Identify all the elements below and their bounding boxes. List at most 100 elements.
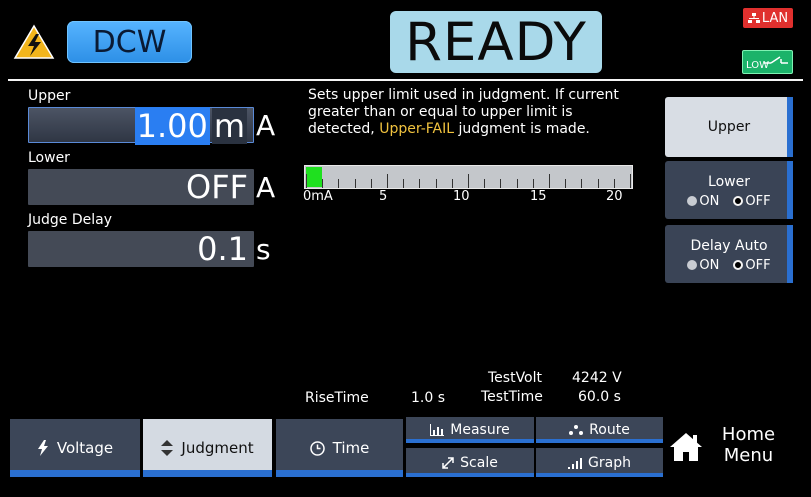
- tab-time-label: Time: [332, 439, 370, 457]
- delay-auto-on-option[interactable]: ON: [687, 258, 719, 273]
- tab-judgment[interactable]: Judgment: [143, 419, 272, 477]
- help-line-3-prefix: detected,: [308, 121, 380, 137]
- lower-on-label: ON: [699, 194, 720, 209]
- judge-delay-unit: s: [256, 233, 271, 266]
- lower-limit-field[interactable]: OFF: [28, 169, 254, 205]
- lightning-icon: [37, 440, 48, 456]
- upper-label: Upper: [28, 88, 71, 104]
- home-menu-button[interactable]: Home Menu: [716, 424, 781, 466]
- rise-time-value: 1.0 s: [411, 390, 446, 406]
- meter-tick: [451, 179, 453, 188]
- measure-scale-group: Measure Scale: [406, 417, 534, 477]
- meter-tick: [484, 179, 486, 188]
- judge-delay-field[interactable]: 0.1: [28, 231, 254, 267]
- delay-auto-toggle-button[interactable]: Delay Auto ON OFF: [665, 225, 793, 283]
- rise-time-label: RiseTime: [305, 390, 369, 406]
- lower-limit-value: OFF: [186, 168, 248, 206]
- meter-label-10: 10: [453, 189, 470, 204]
- radio-selected-icon: [733, 260, 744, 270]
- lower-toggle-button[interactable]: Lower ON OFF: [665, 161, 793, 219]
- delay-auto-off-label: OFF: [745, 258, 771, 273]
- meter-tick: [387, 174, 388, 188]
- delay-auto-label: Delay Auto: [690, 238, 768, 254]
- home-menu-line-1: Home: [721, 424, 776, 445]
- tab-graph[interactable]: Graph: [536, 448, 663, 477]
- tab-route-label: Route: [589, 422, 630, 438]
- meter-tick: [565, 179, 567, 188]
- upper-unit: A: [256, 109, 276, 142]
- route-dots-icon: [569, 425, 584, 435]
- meter-tick: [613, 179, 615, 188]
- upper-limit-prefix: m: [211, 107, 247, 145]
- lan-label: LAN: [761, 10, 789, 26]
- meter-tick: [581, 179, 583, 188]
- lower-toggle-label: Lower: [708, 174, 750, 190]
- meter-tick: [322, 179, 324, 188]
- help-line-3-suffix: judgment is made.: [454, 121, 590, 137]
- meter-label-15: 15: [530, 189, 547, 204]
- meter-tick: [516, 179, 518, 188]
- meter-tick: [597, 179, 599, 188]
- test-mode-badge[interactable]: DCW: [67, 21, 192, 63]
- current-meter-fill: [306, 167, 322, 187]
- delay-auto-off-option[interactable]: OFF: [733, 258, 771, 273]
- route-graph-group: Route Graph: [536, 417, 663, 477]
- status-display: READY: [390, 11, 602, 73]
- meter-tick: [630, 174, 631, 188]
- up-down-arrows-icon: [161, 440, 174, 456]
- meter-tick: [306, 174, 307, 188]
- test-volt-value: 4242 V: [572, 370, 622, 386]
- tab-time[interactable]: Time: [276, 419, 403, 477]
- meter-tick: [468, 174, 469, 188]
- test-volt-label: TestVolt: [488, 370, 543, 386]
- warning-high-voltage-icon: [13, 24, 55, 59]
- radio-unselected-icon: [687, 260, 698, 270]
- home-menu-line-2: Menu: [723, 445, 774, 466]
- tab-voltage[interactable]: Voltage: [10, 419, 140, 477]
- low-label: LOW: [746, 60, 769, 71]
- test-time-value: 60.0 s: [578, 389, 621, 405]
- tab-scale[interactable]: Scale: [406, 448, 534, 477]
- home-icon[interactable]: [668, 431, 704, 463]
- lower-label: Lower: [28, 150, 70, 166]
- lan-status-badge: LAN: [743, 8, 793, 28]
- help-line-2: greater than or equal to upper limit is: [308, 104, 573, 120]
- tab-scale-label: Scale: [460, 454, 498, 471]
- meter-tick: [532, 179, 534, 188]
- network-icon: [747, 13, 760, 23]
- meter-tick: [338, 179, 340, 188]
- meter-tick: [549, 174, 550, 188]
- meter-tick: [403, 179, 405, 188]
- tab-route[interactable]: Route: [536, 417, 663, 443]
- meter-label-0: 0mA: [303, 189, 333, 204]
- header-divider: [8, 79, 803, 81]
- meter-tick: [354, 179, 356, 188]
- tab-measure-label: Measure: [450, 422, 510, 438]
- delay-auto-on-label: ON: [699, 258, 720, 273]
- tab-measure[interactable]: Measure: [406, 417, 534, 443]
- meter-tick: [435, 179, 437, 188]
- upper-limit-field[interactable]: 1.00 m: [28, 107, 254, 145]
- upper-select-button[interactable]: Upper: [665, 97, 793, 157]
- radio-selected-icon: [733, 196, 744, 206]
- meter-label-5: 5: [379, 189, 388, 204]
- clock-icon: [309, 440, 325, 456]
- meter-tick: [419, 179, 421, 188]
- meter-tick: [500, 179, 502, 188]
- upper-select-label: Upper: [707, 119, 751, 135]
- lower-on-option[interactable]: ON: [687, 194, 719, 209]
- judge-delay-label: Judge Delay: [28, 212, 112, 228]
- tab-voltage-label: Voltage: [56, 439, 114, 457]
- graph-bars-icon: [568, 457, 583, 469]
- low-interlock-badge: LOW: [742, 50, 793, 74]
- judge-delay-value: 0.1: [197, 230, 248, 268]
- meter-label-20: 20: [606, 189, 623, 204]
- meter-tick: [370, 179, 372, 188]
- lower-unit: A: [256, 171, 276, 204]
- help-text: Sets upper limit used in judgment. If cu…: [308, 87, 648, 138]
- lower-off-option[interactable]: OFF: [733, 194, 771, 209]
- tab-judgment-label: Judgment: [181, 439, 254, 457]
- test-time-label: TestTime: [481, 389, 543, 405]
- upper-fail-term: Upper-FAIL: [379, 121, 455, 137]
- help-line-1: Sets upper limit used in judgment. If cu…: [308, 87, 619, 103]
